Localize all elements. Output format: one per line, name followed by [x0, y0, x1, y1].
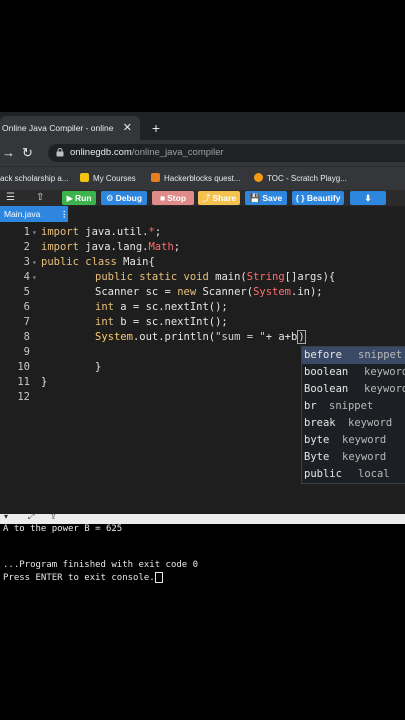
- autocomplete-item[interactable]: break keyword: [302, 415, 405, 432]
- autocomplete-item[interactable]: byte keyword: [302, 432, 405, 449]
- code-line: }: [95, 361, 102, 373]
- bookmark-icon: [80, 173, 89, 183]
- fold-arrow-icon[interactable]: ▾: [32, 228, 37, 237]
- url-domain: onlinegdb.com: [70, 147, 132, 158]
- menu-icon[interactable]: ☰: [6, 190, 15, 206]
- line-number: 4: [23, 271, 30, 283]
- line-number: 7: [23, 316, 30, 328]
- console-header: ▾ ⤢ ⇪: [0, 512, 405, 524]
- console-cursor: [154, 572, 163, 583]
- line-number: 8: [23, 331, 30, 343]
- save-button[interactable]: 💾 Save: [245, 191, 287, 205]
- bookmark-item[interactable]: TOC - Scratch Playg...: [254, 167, 347, 191]
- console-line: Press ENTER to exit console.: [3, 572, 163, 583]
- autocomplete-popup: before snippet boolean keyword Boolean keyw…: [301, 346, 405, 484]
- url-path: /online_java_compiler: [131, 147, 224, 158]
- line-number: 11: [17, 376, 30, 388]
- file-tab-bar: Main.java ⋮: [0, 206, 405, 223]
- code-line: public static void main(String[]args){: [95, 271, 336, 283]
- code-line: import java.lang.Math;: [41, 241, 181, 253]
- code-line: public class Main{: [41, 256, 155, 268]
- line-number: 9: [23, 346, 30, 358]
- code-line: import java.util.*;: [41, 226, 162, 238]
- address-bar-row: → ↻ onlinegdb.com/online_java_compiler: [0, 140, 405, 166]
- beautify-button[interactable]: { } Beautify: [292, 191, 344, 205]
- download-button[interactable]: ⬇: [350, 191, 386, 205]
- autocomplete-item[interactable]: br snippet: [302, 398, 405, 415]
- ide-toolbar: ☰ ⇧ ▶ Run ⚙ Debug ■ Stop ⤴ Share 💾 Save { } B…: [0, 190, 405, 206]
- code-line: Scanner sc = new Scanner(System.in);: [95, 286, 323, 298]
- bookmarks-bar: ack scholarship a... My Courses Hackerbl…: [0, 166, 405, 191]
- line-number: 12: [17, 391, 30, 403]
- url-text: onlinegdb.com/online_java_compiler: [70, 144, 224, 162]
- fold-arrow-icon[interactable]: ▾: [32, 258, 37, 267]
- screen: Online Java Compiler - online e ✕ + → ↻ …: [0, 112, 405, 604]
- url-field[interactable]: onlinegdb.com/online_java_compiler: [48, 144, 405, 162]
- resize-icon[interactable]: ⤢: [28, 512, 34, 522]
- code-line: int b = sc.nextInt();: [95, 316, 228, 328]
- run-button[interactable]: ▶ Run: [62, 191, 96, 205]
- bookmark-icon: [254, 173, 263, 183]
- bookmark-icon: [151, 173, 160, 183]
- line-number: 5: [23, 286, 30, 298]
- code-line: }: [41, 376, 48, 388]
- code-line: System.out.println("sum = "+ a+b): [95, 330, 306, 344]
- browser-tab[interactable]: Online Java Compiler - online e ✕: [0, 116, 140, 140]
- forward-arrow-icon[interactable]: →: [2, 140, 15, 166]
- expand-icon[interactable]: ▾: [4, 512, 8, 521]
- file-tab-label: Main.java: [4, 209, 41, 219]
- autocomplete-item[interactable]: before snippet: [302, 347, 405, 364]
- line-number: 1: [23, 226, 30, 238]
- console-line: A to the power B = 625: [3, 524, 123, 534]
- line-number: 10: [17, 361, 30, 373]
- bookmark-item[interactable]: Hackerblocks quest...: [151, 167, 240, 191]
- download-icon: ⬇: [364, 193, 372, 203]
- line-number: 2: [23, 241, 30, 253]
- autocomplete-item[interactable]: boolean keyword: [302, 364, 405, 381]
- tab-title: Online Java Compiler - online e: [2, 123, 114, 133]
- bookmark-item[interactable]: ack scholarship a...: [0, 167, 68, 191]
- more-options-icon[interactable]: ⋮: [60, 206, 69, 222]
- autocomplete-item[interactable]: public local: [302, 466, 405, 483]
- autocomplete-item[interactable]: Byte keyword: [302, 449, 405, 466]
- bookmark-item[interactable]: My Courses: [80, 167, 136, 191]
- share-icon[interactable]: ⇪: [50, 512, 57, 521]
- fold-arrow-icon[interactable]: ▾: [32, 273, 37, 282]
- browser-tab-strip: Online Java Compiler - online e ✕ +: [0, 112, 405, 140]
- autocomplete-item[interactable]: Boolean keyword: [302, 381, 405, 398]
- line-number: 6: [23, 301, 30, 313]
- line-number: 3: [23, 256, 30, 268]
- stop-button[interactable]: ■ Stop: [152, 191, 194, 205]
- new-tab-button[interactable]: +: [146, 116, 166, 140]
- upload-icon[interactable]: ⇧: [36, 190, 44, 206]
- console-line: ...Program finished with exit code 0: [3, 560, 199, 570]
- share-button[interactable]: ⤴ Share: [198, 191, 240, 205]
- console-output[interactable]: A to the power B = 625 ...Program finish…: [0, 524, 405, 604]
- code-line: int a = sc.nextInt();: [95, 301, 228, 313]
- debug-button[interactable]: ⚙ Debug: [101, 191, 147, 205]
- lock-icon: [56, 148, 64, 157]
- reload-icon[interactable]: ↻: [22, 140, 33, 166]
- file-tab-main-java[interactable]: Main.java ⋮: [0, 206, 69, 222]
- close-icon[interactable]: ✕: [123, 116, 132, 140]
